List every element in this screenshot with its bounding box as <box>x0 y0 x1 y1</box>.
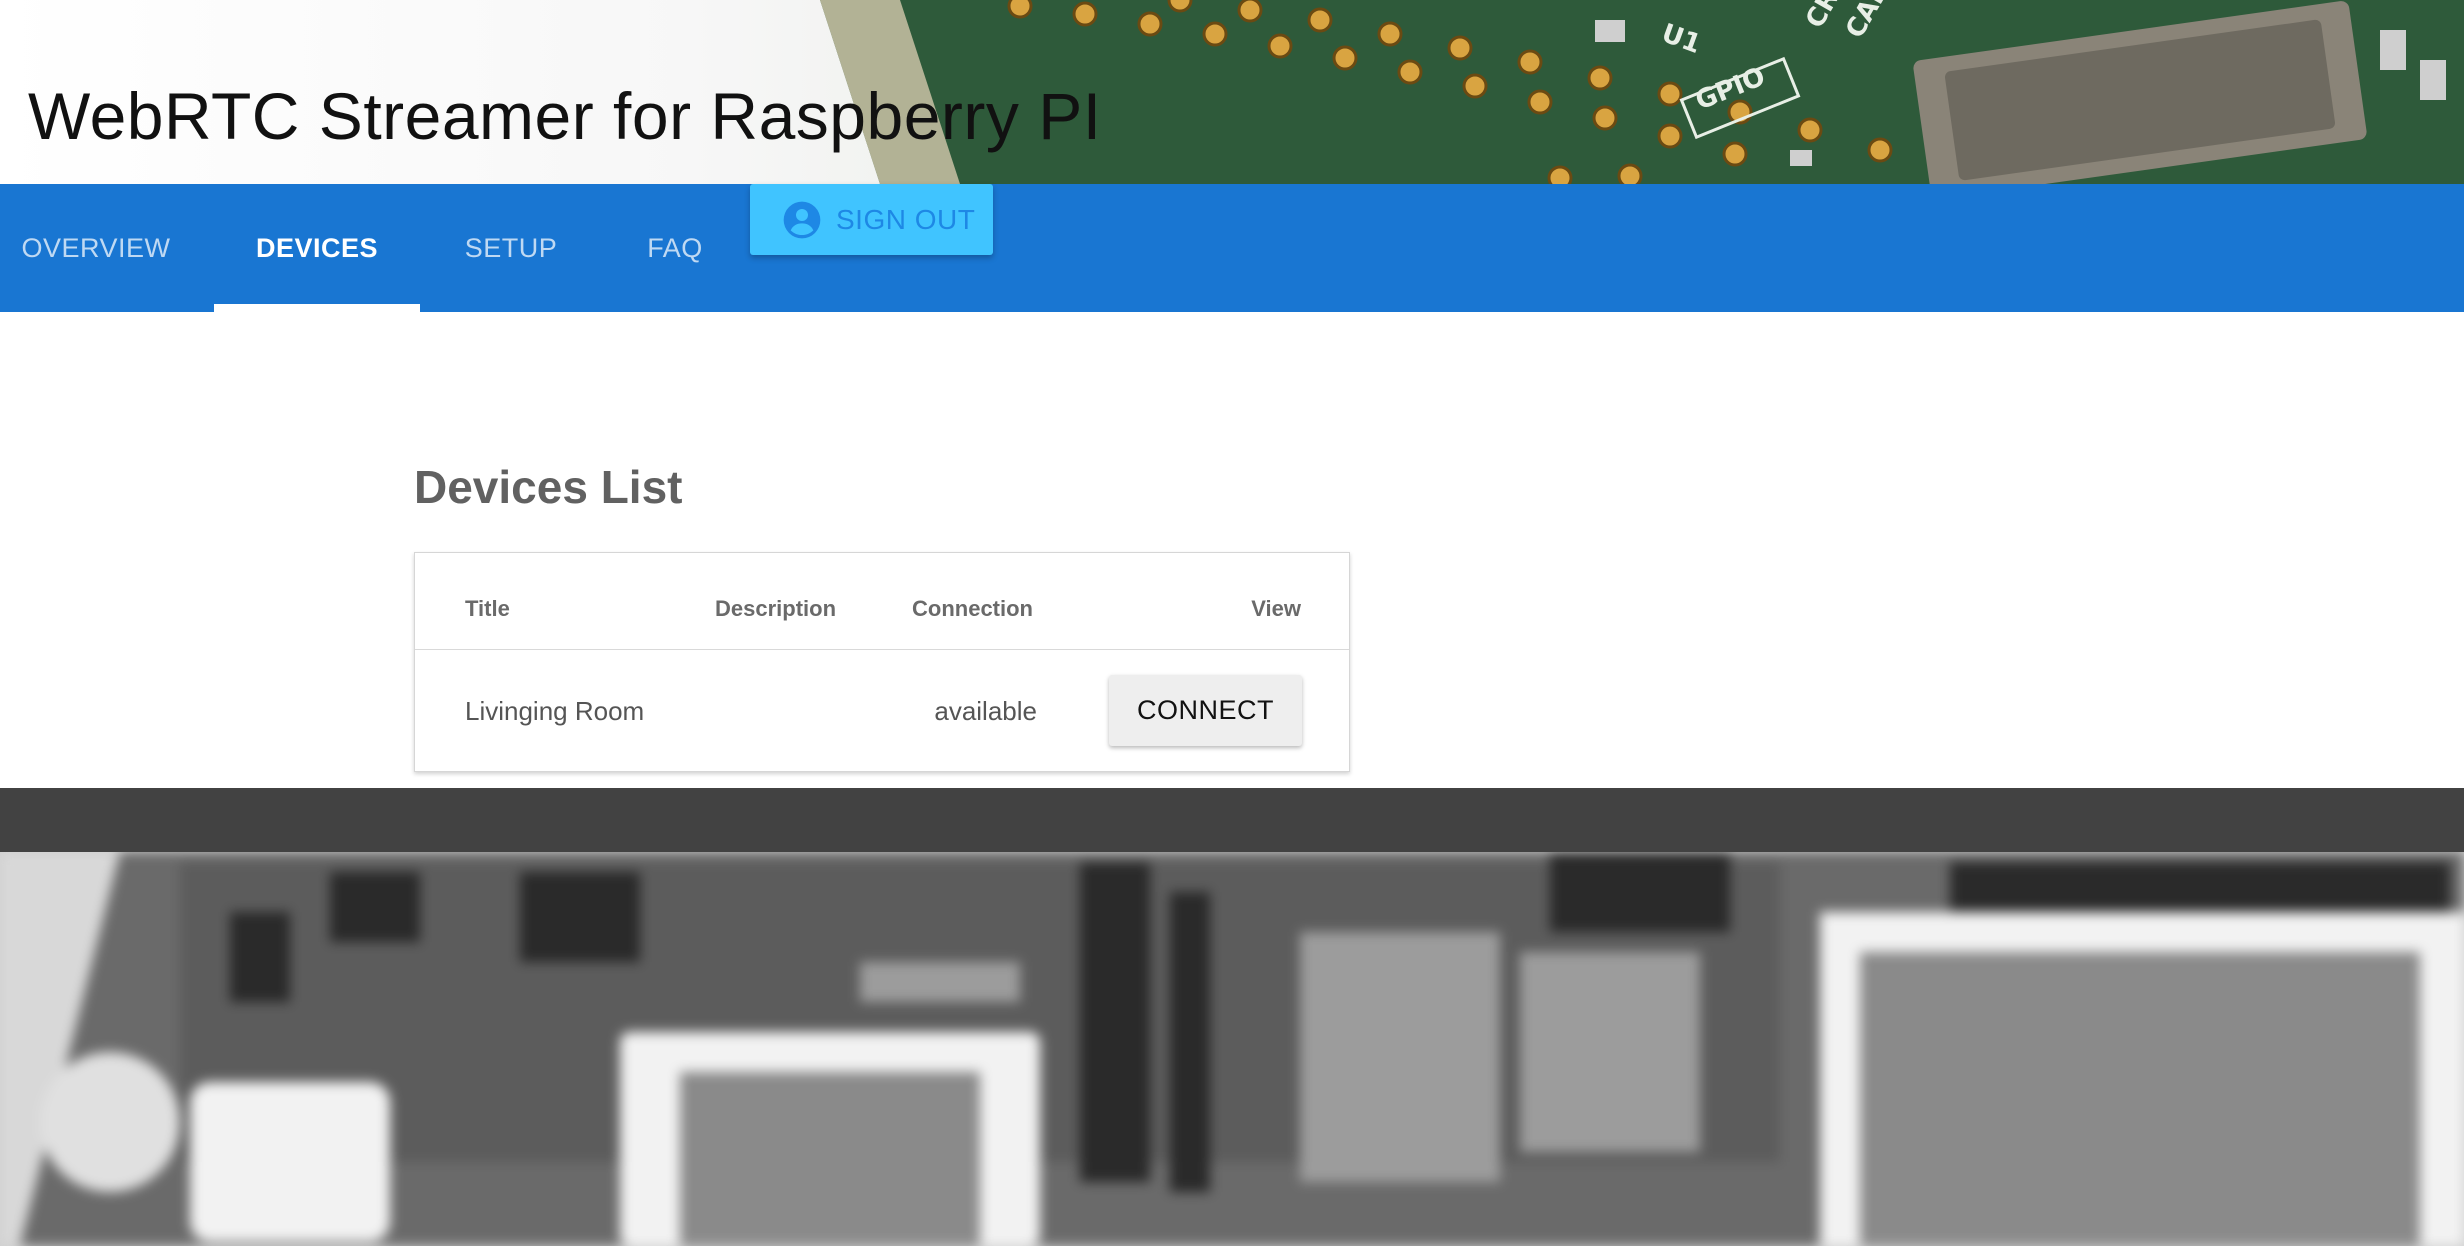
connect-button[interactable]: CONNECT <box>1109 675 1302 746</box>
tab-setup[interactable]: SETUP <box>442 184 580 312</box>
footer-bar <box>0 788 2464 852</box>
column-header-description: Description <box>715 596 837 621</box>
account-circle-icon <box>783 201 821 238</box>
devices-list-title: Devices List <box>414 461 683 513</box>
tab-devices[interactable]: DEVICES <box>214 184 420 312</box>
tab-faq[interactable]: FAQ <box>620 184 730 312</box>
page: GPIO CRO CARD U1 WebRTC Streamer for Ras… <box>0 0 2464 1246</box>
raspberry-pi-board-image <box>0 852 2464 1246</box>
header-banner: GPIO CRO CARD U1 WebRTC Streamer for Ras… <box>0 0 2464 184</box>
sign-out-button[interactable]: SIGN OUT <box>750 184 993 255</box>
devices-table: Title Description Connection View Living… <box>414 552 1350 772</box>
table-header-divider <box>415 649 1349 650</box>
nav-bar: OVERVIEW DEVICES SETUP FAQ <box>0 184 2464 312</box>
active-tab-indicator <box>214 304 420 312</box>
column-header-connection: Connection <box>912 596 1033 621</box>
page-title: WebRTC Streamer for Raspberry PI <box>28 79 1102 153</box>
cell-title: Livinging Room <box>465 696 645 726</box>
column-header-title: Title <box>465 596 510 621</box>
tab-overview[interactable]: OVERVIEW <box>0 184 192 312</box>
footer-background-image <box>0 852 2464 1246</box>
sign-out-label: SIGN OUT <box>836 203 976 235</box>
cell-connection: available <box>934 696 1037 726</box>
column-header-view: View <box>1251 596 1301 621</box>
